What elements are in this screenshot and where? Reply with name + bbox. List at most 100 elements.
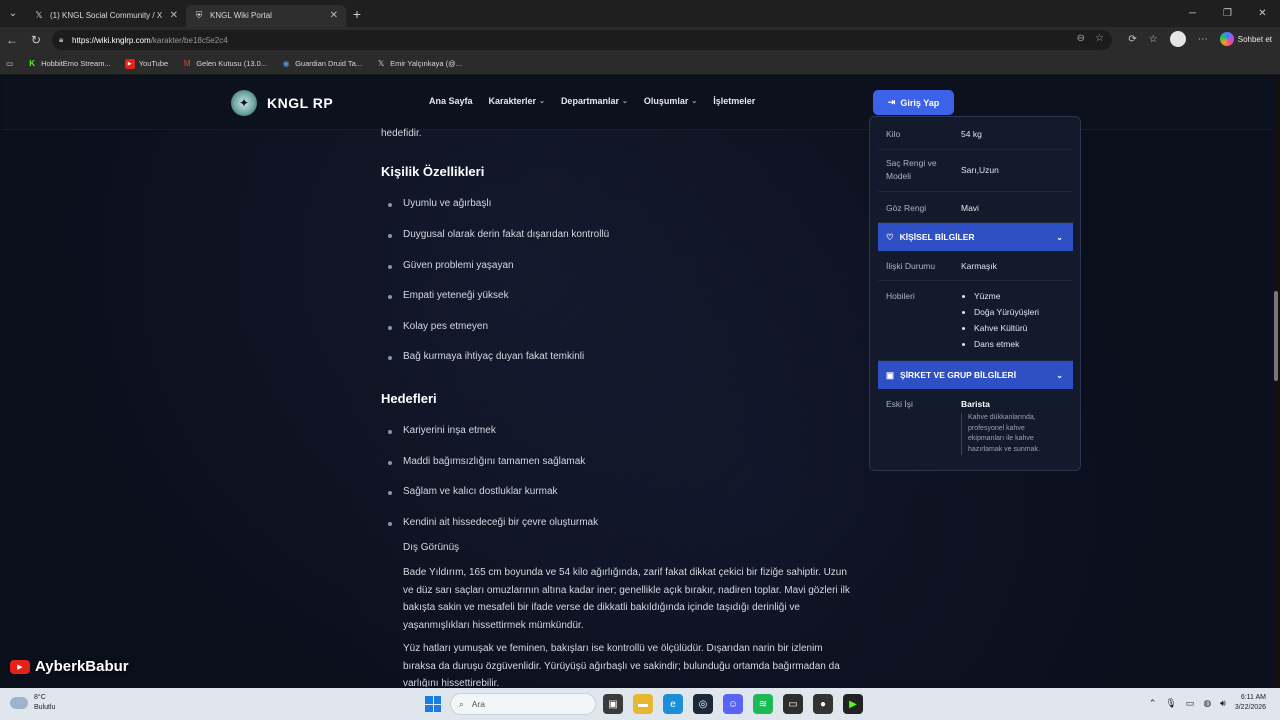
- weather-text: Bulutlu: [34, 704, 56, 711]
- spotify-icon[interactable]: ≋: [753, 694, 773, 714]
- window-close-button[interactable]: ✕: [1245, 0, 1280, 27]
- cloud-icon: [10, 697, 28, 709]
- chevron-down-icon: ⌄: [1056, 370, 1063, 380]
- profile-avatar[interactable]: [1169, 31, 1186, 47]
- info-row: Kilo 54 kg: [878, 117, 1073, 150]
- nav-isletmeler[interactable]: İşletmeler: [713, 96, 755, 106]
- bookmark-item[interactable]: M Gelen Kutusu (13.0...: [182, 59, 267, 69]
- bookmark-item[interactable]: 𝕏 Emir Yalçınkaya (@...: [376, 59, 462, 69]
- terminal-icon[interactable]: ▭: [783, 694, 803, 714]
- list-item: Maddi bağımsızlığını tamamen sağlamak: [387, 456, 586, 467]
- appearance-label: Dış Görünüş: [403, 542, 460, 553]
- refresh-button[interactable]: ↻: [24, 27, 48, 53]
- chevron-up-icon[interactable]: ⌃: [1149, 698, 1157, 709]
- chevron-down-icon: ⌄: [691, 98, 698, 105]
- gmail-icon: M: [183, 59, 191, 68]
- system-tray: ⌃ 🎙︎ ▭ ◍ 🔊︎ 6:11 AM 3/22/2026: [1149, 693, 1266, 713]
- steam-icon[interactable]: ◎: [693, 694, 713, 714]
- job-description: Kahve dükkanlarında, profesyonel kahve e…: [961, 413, 1056, 455]
- bookmarks-menu-icon[interactable]: ▭: [6, 59, 13, 68]
- channel-name: AyberkBabur: [35, 658, 129, 675]
- list-item: Empati yeteneği yüksek: [388, 290, 509, 301]
- chevron-down-icon: ⌄: [8, 8, 18, 19]
- back-button[interactable]: ←: [0, 27, 24, 53]
- text-fragment: hedefidir.: [381, 128, 422, 139]
- temperature: 8°C: [34, 694, 46, 701]
- info-row: İlişki Durumu Karmaşık: [878, 251, 1073, 281]
- hobby-item: Kahve Kültürü: [961, 323, 1028, 333]
- file-explorer-icon[interactable]: ▬: [633, 694, 653, 714]
- site-logo[interactable]: ✦ KNGL RP: [231, 90, 333, 116]
- list-item: Kendini ait hissedeceği bir çevre oluştu…: [387, 517, 599, 528]
- nav-karakterler[interactable]: Karakterler ⌄: [489, 96, 545, 106]
- discord-icon[interactable]: ☺: [723, 694, 743, 714]
- login-label: Giriş Yap: [900, 97, 940, 108]
- minimize-button[interactable]: ─: [1175, 0, 1210, 27]
- list-item: Kolay pes etmeyen: [387, 321, 489, 332]
- x-icon: 𝕏: [35, 10, 43, 20]
- bookmark-item[interactable]: ◉ Guardian Druid Ta...: [281, 59, 362, 69]
- address-bar[interactable]: 🔒︎ https://wiki.knglrp.com/karakter/be18…: [52, 30, 1112, 50]
- taskbar: 8°C Bulutlu ⌕ Ara ▣ ▬ e ◎ ☺ ≋ ▭ ● ▶ ⌃ 🎙︎…: [0, 688, 1280, 720]
- heart-icon: ♡: [886, 231, 894, 242]
- favorite-star-icon[interactable]: ☆: [1095, 33, 1104, 44]
- scrollbar-thumb[interactable]: [1274, 291, 1278, 381]
- display-icon[interactable]: ▭: [1186, 698, 1195, 709]
- bookmark-label: YouTube: [138, 59, 169, 68]
- nav-ana-sayfa[interactable]: Ana Sayfa: [429, 96, 473, 106]
- youtube-icon: ▶: [10, 659, 30, 674]
- maximize-button[interactable]: ❐: [1210, 0, 1245, 27]
- url-path: /karakter/be18c5e2c4: [150, 35, 228, 45]
- company-info-header[interactable]: ▣ ŞİRKET VE GRUP BİLGİLERİ ⌄: [878, 361, 1073, 389]
- nav-label: Karakterler: [488, 96, 537, 106]
- kick-icon: K: [29, 59, 35, 68]
- close-icon[interactable]: ✕: [330, 10, 338, 21]
- bookmark-item[interactable]: K HobbitEmo Stream...: [27, 59, 111, 69]
- appearance-paragraph: Bade Yıldırım, 165 cm boyunda ve 54 kilo…: [403, 567, 850, 631]
- nav-departmanlar[interactable]: Departmanlar ⌄: [561, 96, 628, 106]
- personality-heading: Kişilik Özellikleri: [381, 164, 485, 179]
- info-row: Göz Rengi Mavi: [878, 192, 1073, 223]
- info-value: Mavi: [961, 203, 979, 213]
- microphone-icon[interactable]: 🎙︎: [1165, 698, 1176, 709]
- start-button[interactable]: [425, 696, 441, 712]
- info-key: İlişki Durumu: [886, 261, 936, 271]
- tab-title: KNGL Wiki Portal: [210, 11, 272, 20]
- close-icon[interactable]: ✕: [170, 10, 178, 21]
- clock[interactable]: 6:11 AM 3/22/2026: [1235, 693, 1266, 713]
- extensions-icon[interactable]: ⟳: [1128, 34, 1136, 45]
- info-key: Göz Rengi: [886, 203, 927, 213]
- list-item: Bağ kurmaya ihtiyaç duyan fakat temkinli: [387, 351, 585, 362]
- search-icon: ⌕: [459, 698, 464, 709]
- more-menu-icon[interactable]: ⋯: [1198, 34, 1208, 45]
- hobby-item: Yüzme: [961, 291, 1001, 301]
- shield-icon: ⛨: [195, 10, 203, 20]
- personal-info-header[interactable]: ♡ KİŞİSEL BİLGİLER ⌄: [878, 223, 1073, 251]
- login-button[interactable]: ⇥ Giriş Yap: [873, 90, 954, 115]
- list-item: Sağlam ve kalıcı dostluklar kurmak: [388, 486, 558, 497]
- search-placeholder: Ara: [471, 699, 485, 709]
- media-app-icon[interactable]: ▶: [843, 694, 863, 714]
- tab-x-community[interactable]: 𝕏 (1) KNGL Social Community / X ✕: [26, 5, 186, 27]
- reader-icon[interactable]: ⊖: [1077, 33, 1085, 44]
- bookmark-label: Guardian Druid Ta...: [295, 59, 363, 68]
- info-value: 54 kg: [961, 129, 982, 139]
- weather-widget[interactable]: 8°C Bulutlu: [10, 693, 55, 713]
- new-tab-button[interactable]: +: [346, 6, 368, 22]
- copilot-button[interactable]: Sohbet et: [1219, 32, 1272, 46]
- page-scrollbar[interactable]: [1273, 76, 1280, 687]
- bookmark-item[interactable]: ▶ YouTube: [124, 58, 169, 69]
- copilot-label: Sohbet et: [1237, 34, 1272, 44]
- task-view-icon[interactable]: ▣: [603, 694, 623, 714]
- tab-actions-button[interactable]: ⌄: [0, 0, 26, 27]
- tab-wiki-portal[interactable]: ⛨ KNGL Wiki Portal ✕: [186, 4, 346, 27]
- favorites-icon[interactable]: ☆: [1149, 34, 1158, 45]
- chevron-down-icon: ⌄: [621, 98, 628, 105]
- edge-icon[interactable]: e: [663, 694, 683, 714]
- section-title: ŞİRKET VE GRUP BİLGİLERİ: [900, 370, 1017, 380]
- nav-olusumlar[interactable]: Oluşumlar ⌄: [644, 96, 697, 106]
- taskbar-search[interactable]: ⌕ Ara: [450, 693, 596, 715]
- network-icon[interactable]: ◍: [1203, 698, 1211, 709]
- volume-icon[interactable]: 🔊︎: [1220, 698, 1226, 709]
- game-app-icon[interactable]: ●: [813, 694, 833, 714]
